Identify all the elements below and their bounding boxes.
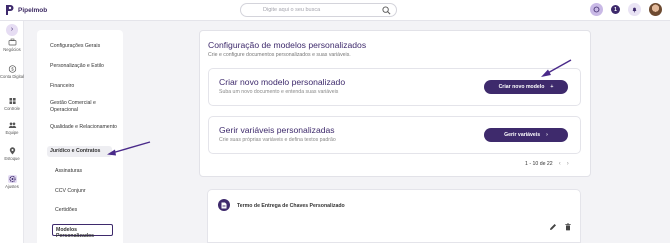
search-placeholder: Digite aqui o seu busca xyxy=(263,7,321,13)
bell-icon[interactable] xyxy=(628,3,641,16)
search-bar[interactable]: Digite aqui o seu busca xyxy=(240,3,397,17)
pagination: 1 - 10 de 22 ‹ › xyxy=(525,161,569,167)
document-icon xyxy=(218,199,230,211)
page-subtitle: Crie e configure documentos personalizad… xyxy=(208,52,351,58)
create-model-card: Criar novo modelo personalizado Suba um … xyxy=(208,68,581,106)
menu-item-certidoes[interactable]: Certidões xyxy=(55,207,127,214)
gear-icon xyxy=(7,175,17,183)
card-title: Gerir variáveis personalizadas xyxy=(219,125,335,135)
svg-text:$: $ xyxy=(11,67,14,72)
rail-item-negocios[interactable]: Negócios xyxy=(0,38,24,53)
manage-variables-button[interactable]: Gerir variáveis › xyxy=(484,128,568,142)
menu-item-assinaturas[interactable]: Assinaturas xyxy=(55,168,127,175)
next-page-icon[interactable]: › xyxy=(567,161,569,167)
main-panel: Configuração de modelos personalizados C… xyxy=(199,30,591,177)
settings-menu: Configurações Gerais Personalização e Es… xyxy=(37,30,123,243)
apps-icon[interactable] xyxy=(590,3,603,16)
top-bar: Pipelmob Digite aqui o seu busca 1 xyxy=(0,0,670,21)
page-title: Configuração de modelos personalizados xyxy=(208,40,367,50)
pin-icon xyxy=(9,147,15,155)
app-name: Pipelmob xyxy=(18,6,48,14)
dollar-icon: $ xyxy=(8,65,16,73)
search-icon[interactable] xyxy=(382,6,391,15)
card-subtitle: Crie suas próprias variáveis e defina te… xyxy=(219,137,336,143)
template-title: Termo de Entrega de Chaves Personalizado xyxy=(237,203,345,209)
menu-item-modelos-personalizados[interactable]: Modelos Personalizados xyxy=(52,224,113,239)
manage-variables-card: Gerir variáveis personalizadas Crie suas… xyxy=(208,116,581,154)
menu-item-configuracoes-gerais[interactable]: Configurações Gerais xyxy=(50,43,122,50)
delete-icon[interactable] xyxy=(564,223,572,231)
chevron-right-icon: › xyxy=(546,132,548,138)
menu-item-qualidade-relacionamento[interactable]: Qualidade e Relacionamento xyxy=(50,124,122,131)
rail-item-controle[interactable]: Controle xyxy=(0,97,24,112)
rail-item-conta-digital[interactable]: $ Conta Digital xyxy=(0,65,24,80)
create-model-button[interactable]: Criar novo modelo + xyxy=(484,80,568,94)
menu-item-ccv-conjunr[interactable]: CCV Conjunr xyxy=(55,188,127,195)
top-actions: 1 xyxy=(590,3,662,16)
card-subtitle: Suba um novo documento e entenda suas va… xyxy=(219,89,339,95)
prev-page-icon[interactable]: ‹ xyxy=(559,161,561,167)
grid-icon xyxy=(9,98,16,104)
button-label: Criar novo modelo xyxy=(498,84,545,90)
button-label: Gerir variáveis xyxy=(504,132,541,138)
menu-item-personalizacao-estilo[interactable]: Personalização e Estilo xyxy=(50,63,122,70)
menu-item-gestao-comercial[interactable]: Gestão Comercial e Operacional xyxy=(50,100,122,114)
menu-item-financeiro[interactable]: Financeiro xyxy=(50,83,122,90)
edit-icon[interactable] xyxy=(549,223,557,231)
template-card: Termo de Entrega de Chaves Personalizado xyxy=(207,189,581,243)
menu-item-juridico-contratos[interactable]: Jurídico e Contratos xyxy=(47,146,112,157)
left-rail: › Negócios $ Conta Digital Controle Equi… xyxy=(0,21,24,243)
logo-icon xyxy=(6,5,14,15)
team-icon xyxy=(8,122,16,128)
rail-item-estoque[interactable]: Estoque xyxy=(0,147,24,162)
rail-item-ajustes[interactable]: Ajustes xyxy=(0,175,24,190)
brand[interactable]: Pipelmob xyxy=(5,4,47,16)
user-avatar[interactable] xyxy=(649,3,662,16)
rail-item-equipe[interactable]: Equipe xyxy=(0,121,24,136)
card-title: Criar novo modelo personalizado xyxy=(219,77,346,87)
briefcase-icon xyxy=(8,38,16,46)
plus-icon: + xyxy=(550,84,554,90)
expand-rail-icon[interactable]: › xyxy=(6,24,18,36)
pagination-range: 1 - 10 de 22 xyxy=(525,161,553,167)
notification-count-badge[interactable]: 1 xyxy=(611,5,620,14)
